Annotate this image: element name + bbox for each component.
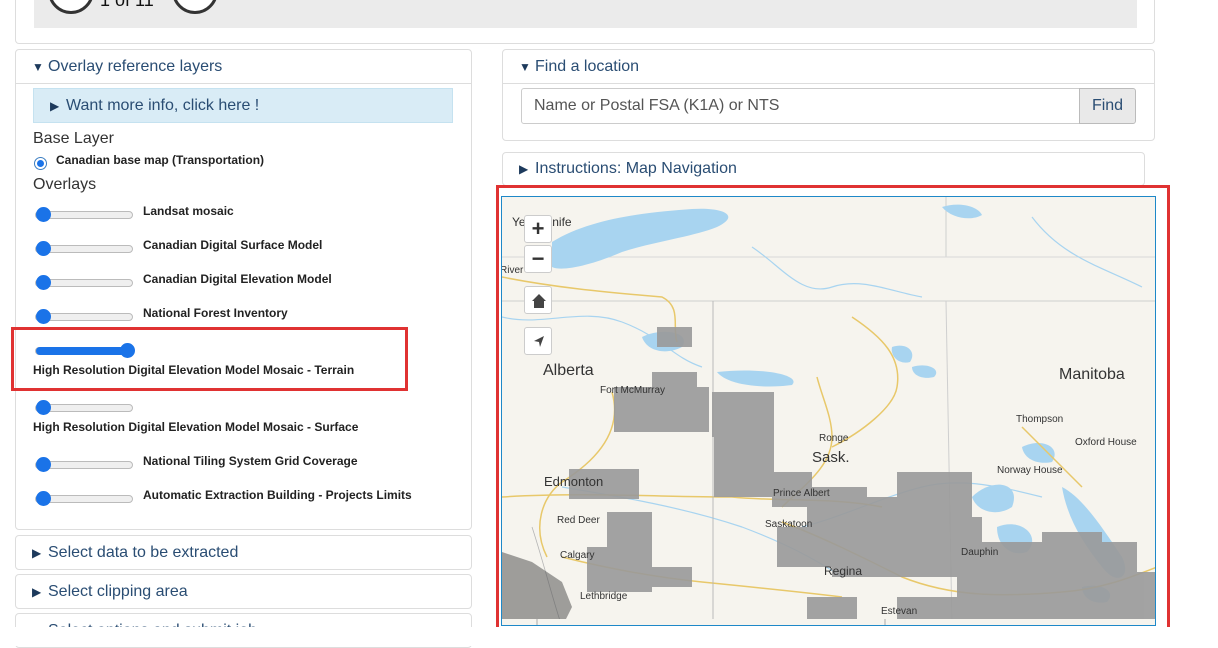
map-label-sask: Sask. [812,449,850,466]
slider-handle[interactable] [36,309,51,324]
pager-bar: 1 of 11 [34,0,1137,28]
page-bottom-edge [0,627,1218,646]
map-label-edmonton: Edmonton [544,474,604,489]
page-indicator: 1 of 11 [100,0,154,10]
slider-handle[interactable] [36,241,51,256]
map-label-ronge: Ronge [819,433,849,444]
caret-right-icon: ▶ [32,585,42,599]
overlays-heading: Overlays [33,176,97,193]
caret-down-icon: ▼ [32,60,44,74]
map-label-regina: Regina [824,564,863,578]
caret-right-icon: ▶ [32,546,42,560]
instructions-label: Instructions: Map Navigation [535,160,737,177]
next-page-button[interactable] [172,0,218,14]
opacity-slider-cdem[interactable] [35,275,133,290]
select-clipping-label: Select clipping area [48,583,188,600]
select-data-label: Select data to be extracted [48,544,239,561]
base-map-label: Canadian base map (Transportation) [56,153,265,167]
find-location-title: Find a location [535,58,640,75]
opacity-slider-building-limits[interactable] [35,491,133,506]
zoom-out-button[interactable]: − [524,245,552,273]
opacity-slider-nts-grid[interactable] [35,457,133,472]
instructions-section[interactable]: ▶ Instructions: Map Navigation [502,152,1145,186]
map-label-lethbridge: Lethbridge [580,591,628,602]
map-label-saskatoon: Saskatoon [765,519,813,530]
slider-handle[interactable] [36,457,51,472]
home-extent-button[interactable] [524,286,552,314]
overlay-label-cdem: Canadian Digital Elevation Model [143,272,332,286]
slider-handle[interactable] [36,207,51,222]
opacity-slider-landsat[interactable] [35,207,133,222]
overlay-label-landsat: Landsat mosaic [143,204,234,218]
overlay-layers-header[interactable]: ▼ Overlay reference layers [16,50,471,84]
select-data-section[interactable]: ▶ Select data to be extracted [15,535,472,570]
find-button[interactable]: Find [1079,88,1136,124]
map-label-thompson: Thompson [1016,414,1064,425]
slider-handle[interactable] [36,491,51,506]
map-label-estevan: Estevan [881,606,918,617]
overlay-layers-panel: ▼ Overlay reference layers ▶ Want more inf… [15,49,472,530]
caret-down-icon: ▼ [519,60,531,74]
overlay-label-cdsm: Canadian Digital Surface Model [143,238,323,252]
slider-handle[interactable] [36,275,51,290]
caret-right-icon: ▶ [50,99,60,113]
map-label-river: River [501,265,524,276]
base-layer-heading: Base Layer [33,130,114,147]
highlight-box-hrdem-terrain [11,327,408,391]
home-icon [532,294,546,308]
map-basemap [502,197,1155,625]
overlay-label-hrdem-surface: High Resolution Digital Elevation Model … [33,420,359,434]
map-label-fort-mcmurray: Fort McMurray [600,385,665,396]
opacity-slider-forest[interactable] [35,309,133,324]
find-location-panel: ▼ Find a location Find [502,49,1155,141]
map-label-red-deer: Red Deer [557,515,600,526]
map-label-oxford-house: Oxford House [1075,437,1137,448]
location-arrow-icon [534,336,544,347]
map-label-prince-albert: Prince Albert [773,488,830,499]
map-label-calgary: Calgary [560,550,595,561]
locate-me-button[interactable] [524,327,552,355]
slider-handle[interactable] [36,400,51,415]
previous-page-button[interactable] [48,0,94,14]
map-label-dauphin: Dauphin [961,547,999,558]
select-clipping-section[interactable]: ▶ Select clipping area [15,574,472,609]
overlay-label-building-limits: Automatic Extraction Building - Projects… [143,488,412,502]
find-location-header[interactable]: ▼ Find a location [503,50,1154,84]
opacity-slider-hrdem-surface[interactable] [35,400,133,415]
more-info-label: Want more info, click here ! [66,97,260,114]
map-label-alberta: Alberta [543,362,594,379]
map-label-manitoba: Manitoba [1059,366,1125,383]
map-label-norway-house: Norway House [997,465,1063,476]
pager-panel: 1 of 11 [15,0,1155,44]
overlay-label-forest: National Forest Inventory [143,306,288,320]
zoom-in-button[interactable]: + [524,215,552,243]
map-view[interactable]: Yellowknife River Alberta Fort McMurray … [501,196,1156,626]
more-info-toggle[interactable]: ▶ Want more info, click here ! [33,88,453,123]
base-map-radio[interactable] [34,157,47,170]
overlay-label-nts-grid: National Tiling System Grid Coverage [143,454,358,468]
overlay-layers-title: Overlay reference layers [48,58,223,75]
opacity-slider-cdsm[interactable] [35,241,133,256]
caret-right-icon: ▶ [519,162,529,176]
location-search-input[interactable] [521,88,1080,124]
